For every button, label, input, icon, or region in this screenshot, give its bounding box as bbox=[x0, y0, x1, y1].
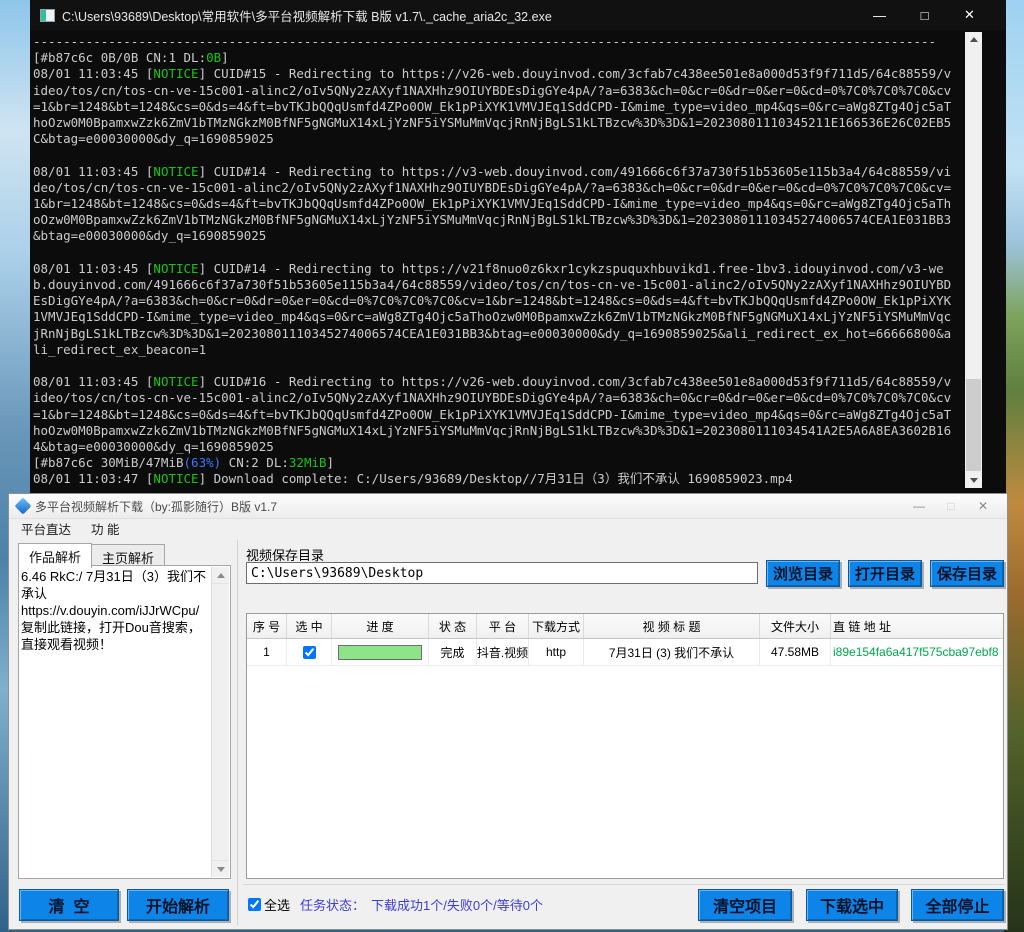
textarea-scrollbar[interactable] bbox=[211, 567, 229, 877]
console-window-controls: — □ ✕ bbox=[857, 0, 992, 30]
console-scrollbar[interactable] bbox=[965, 32, 982, 488]
console-minimize-button[interactable]: — bbox=[857, 0, 902, 30]
menu-platform-direct[interactable]: 平台直达 bbox=[13, 519, 79, 538]
select-all-checkbox[interactable] bbox=[248, 898, 261, 911]
row-number-cell: 1 bbox=[247, 639, 287, 665]
console-line: ----------------------------------------… bbox=[33, 34, 953, 50]
footer-separator bbox=[243, 884, 1005, 885]
task-status-bar: 全选 任务状态： 下载成功1个/失败0个/等待0个 bbox=[248, 895, 543, 914]
file-size-cell: 47.58MB bbox=[760, 639, 831, 665]
start-parse-button[interactable]: 开始解析 bbox=[127, 889, 229, 921]
console-line: 08/01 11:03:45 [NOTICE] CUID#16 - Redire… bbox=[33, 374, 953, 455]
menu-functions[interactable]: 功 能 bbox=[83, 519, 127, 538]
save-dir-button[interactable]: 保存目录 bbox=[930, 560, 1004, 587]
browse-dir-button[interactable]: 浏览目录 bbox=[766, 560, 840, 587]
console-output: ----------------------------------------… bbox=[30, 30, 1006, 493]
app-window-controls: — □ ✕ bbox=[903, 495, 999, 517]
parse-tabs: 作品解析 主页解析 bbox=[18, 544, 164, 566]
console-line bbox=[33, 147, 953, 163]
console-titlebar[interactable]: C:\Users\93689\Desktop\常用软件\多平台视频解析下载 B版… bbox=[30, 0, 1006, 30]
console-title: C:\Users\93689\Desktop\常用软件\多平台视频解析下载 B版… bbox=[62, 6, 857, 25]
console-maximize-button[interactable]: □ bbox=[902, 0, 947, 30]
column-header[interactable]: 视 频 标 题 bbox=[584, 614, 760, 638]
console-log-text: ----------------------------------------… bbox=[33, 34, 953, 488]
console-line: 08/01 11:03:45 [NOTICE] CUID#14 - Redire… bbox=[33, 164, 953, 245]
row-select-cell[interactable] bbox=[287, 639, 332, 665]
console-scrollbar-thumb[interactable] bbox=[966, 379, 981, 471]
select-all-label: 全选 bbox=[264, 895, 290, 914]
download-task-table: 序 号选 中进 度状 态平 台下载方式视 频 标 题文件大小直 链 地 址 1 完… bbox=[246, 613, 1004, 879]
progress-bar bbox=[338, 645, 422, 660]
direct-url-text: i89e154fa6a417f575cba97ebf8 bbox=[833, 645, 999, 659]
parse-link-textarea[interactable]: 6.46 RkC:/ 7月31日（3）我们不承认 https://v.douyi… bbox=[21, 568, 211, 876]
scroll-down-icon[interactable] bbox=[212, 860, 229, 877]
console-line: 08/01 11:03:47 [NOTICE] Download complet… bbox=[33, 471, 953, 487]
scroll-up-icon[interactable] bbox=[965, 32, 982, 47]
app-title: 多平台视频解析下载（by:孤影随行）B版 v1.7 bbox=[35, 498, 903, 515]
console-line: 08/01 11:03:45 [NOTICE] CUID#15 - Redire… bbox=[33, 66, 953, 147]
scroll-down-icon[interactable] bbox=[965, 473, 982, 488]
direct-url-cell: i89e154fa6a417f575cba97ebf8 bbox=[831, 639, 1003, 665]
download-method-cell: http bbox=[529, 639, 584, 665]
open-dir-button[interactable]: 打开目录 bbox=[848, 560, 922, 587]
app-menubar: 平台直达 功 能 bbox=[9, 519, 1007, 538]
task-status-label: 任务状态： bbox=[300, 895, 365, 914]
video-title-cell: 7月31日 (3) 我们不承认 bbox=[584, 639, 760, 665]
column-header[interactable]: 选 中 bbox=[287, 614, 332, 638]
column-header[interactable]: 平 台 bbox=[477, 614, 529, 638]
column-header[interactable]: 状 态 bbox=[429, 614, 477, 638]
clear-button[interactable]: 清 空 bbox=[19, 889, 119, 921]
column-header[interactable]: 直 链 地 址 bbox=[831, 614, 1003, 638]
column-header[interactable]: 进 度 bbox=[332, 614, 429, 638]
console-line: [#b87c6c 0B/0B CN:1 DL:0B] bbox=[33, 50, 953, 66]
tab-homepage-parse[interactable]: 主页解析 bbox=[91, 544, 165, 567]
panel-divider bbox=[237, 540, 238, 925]
console-line bbox=[33, 358, 953, 374]
parse-input-panel: 6.46 RkC:/ 7月31日（3）我们不承认 https://v.douyi… bbox=[18, 565, 231, 879]
table-row[interactable]: 1 完成抖音.视频http7月31日 (3) 我们不承认47.58MBi89e15… bbox=[247, 639, 1003, 666]
column-header[interactable]: 下载方式 bbox=[529, 614, 584, 638]
scroll-up-icon[interactable] bbox=[212, 567, 229, 584]
clear-items-button[interactable]: 清空项目 bbox=[698, 889, 792, 921]
console-app-icon bbox=[40, 9, 55, 22]
tab-work-parse[interactable]: 作品解析 bbox=[18, 543, 92, 568]
app-titlebar[interactable]: 多平台视频解析下载（by:孤影随行）B版 v1.7 — □ ✕ bbox=[9, 494, 1007, 519]
column-header[interactable]: 序 号 bbox=[247, 614, 287, 638]
row-select-checkbox[interactable] bbox=[303, 646, 316, 659]
app-icon bbox=[15, 498, 32, 515]
save-dir-input[interactable] bbox=[246, 562, 758, 584]
app-close-button[interactable]: ✕ bbox=[967, 495, 999, 517]
download-selected-button[interactable]: 下载选中 bbox=[806, 889, 898, 921]
console-close-button[interactable]: ✕ bbox=[947, 0, 992, 30]
console-line bbox=[33, 245, 953, 261]
app-minimize-button[interactable]: — bbox=[903, 495, 935, 517]
app-window: 多平台视频解析下载（by:孤影随行）B版 v1.7 — □ ✕ 平台直达 功 能… bbox=[8, 493, 1008, 930]
task-status-value: 下载成功1个/失败0个/等待0个 bbox=[371, 895, 543, 914]
table-body: 1 完成抖音.视频http7月31日 (3) 我们不承认47.58MBi89e15… bbox=[247, 639, 1003, 666]
column-header[interactable]: 文件大小 bbox=[760, 614, 831, 638]
console-line: [#b87c6c 30MiB/47MiB(63%) CN:2 DL:32MiB] bbox=[33, 455, 953, 471]
progress-cell bbox=[332, 639, 429, 665]
console-window: C:\Users\93689\Desktop\常用软件\多平台视频解析下载 B版… bbox=[30, 0, 1006, 493]
platform-cell: 抖音.视频 bbox=[477, 639, 529, 665]
app-maximize-button[interactable]: □ bbox=[935, 495, 967, 517]
stop-all-button[interactable]: 全部停止 bbox=[911, 889, 1004, 921]
console-line: 08/01 11:03:45 [NOTICE] CUID#14 - Redire… bbox=[33, 261, 953, 358]
status-cell: 完成 bbox=[429, 639, 477, 665]
table-header-row: 序 号选 中进 度状 态平 台下载方式视 频 标 题文件大小直 链 地 址 bbox=[247, 614, 1003, 639]
